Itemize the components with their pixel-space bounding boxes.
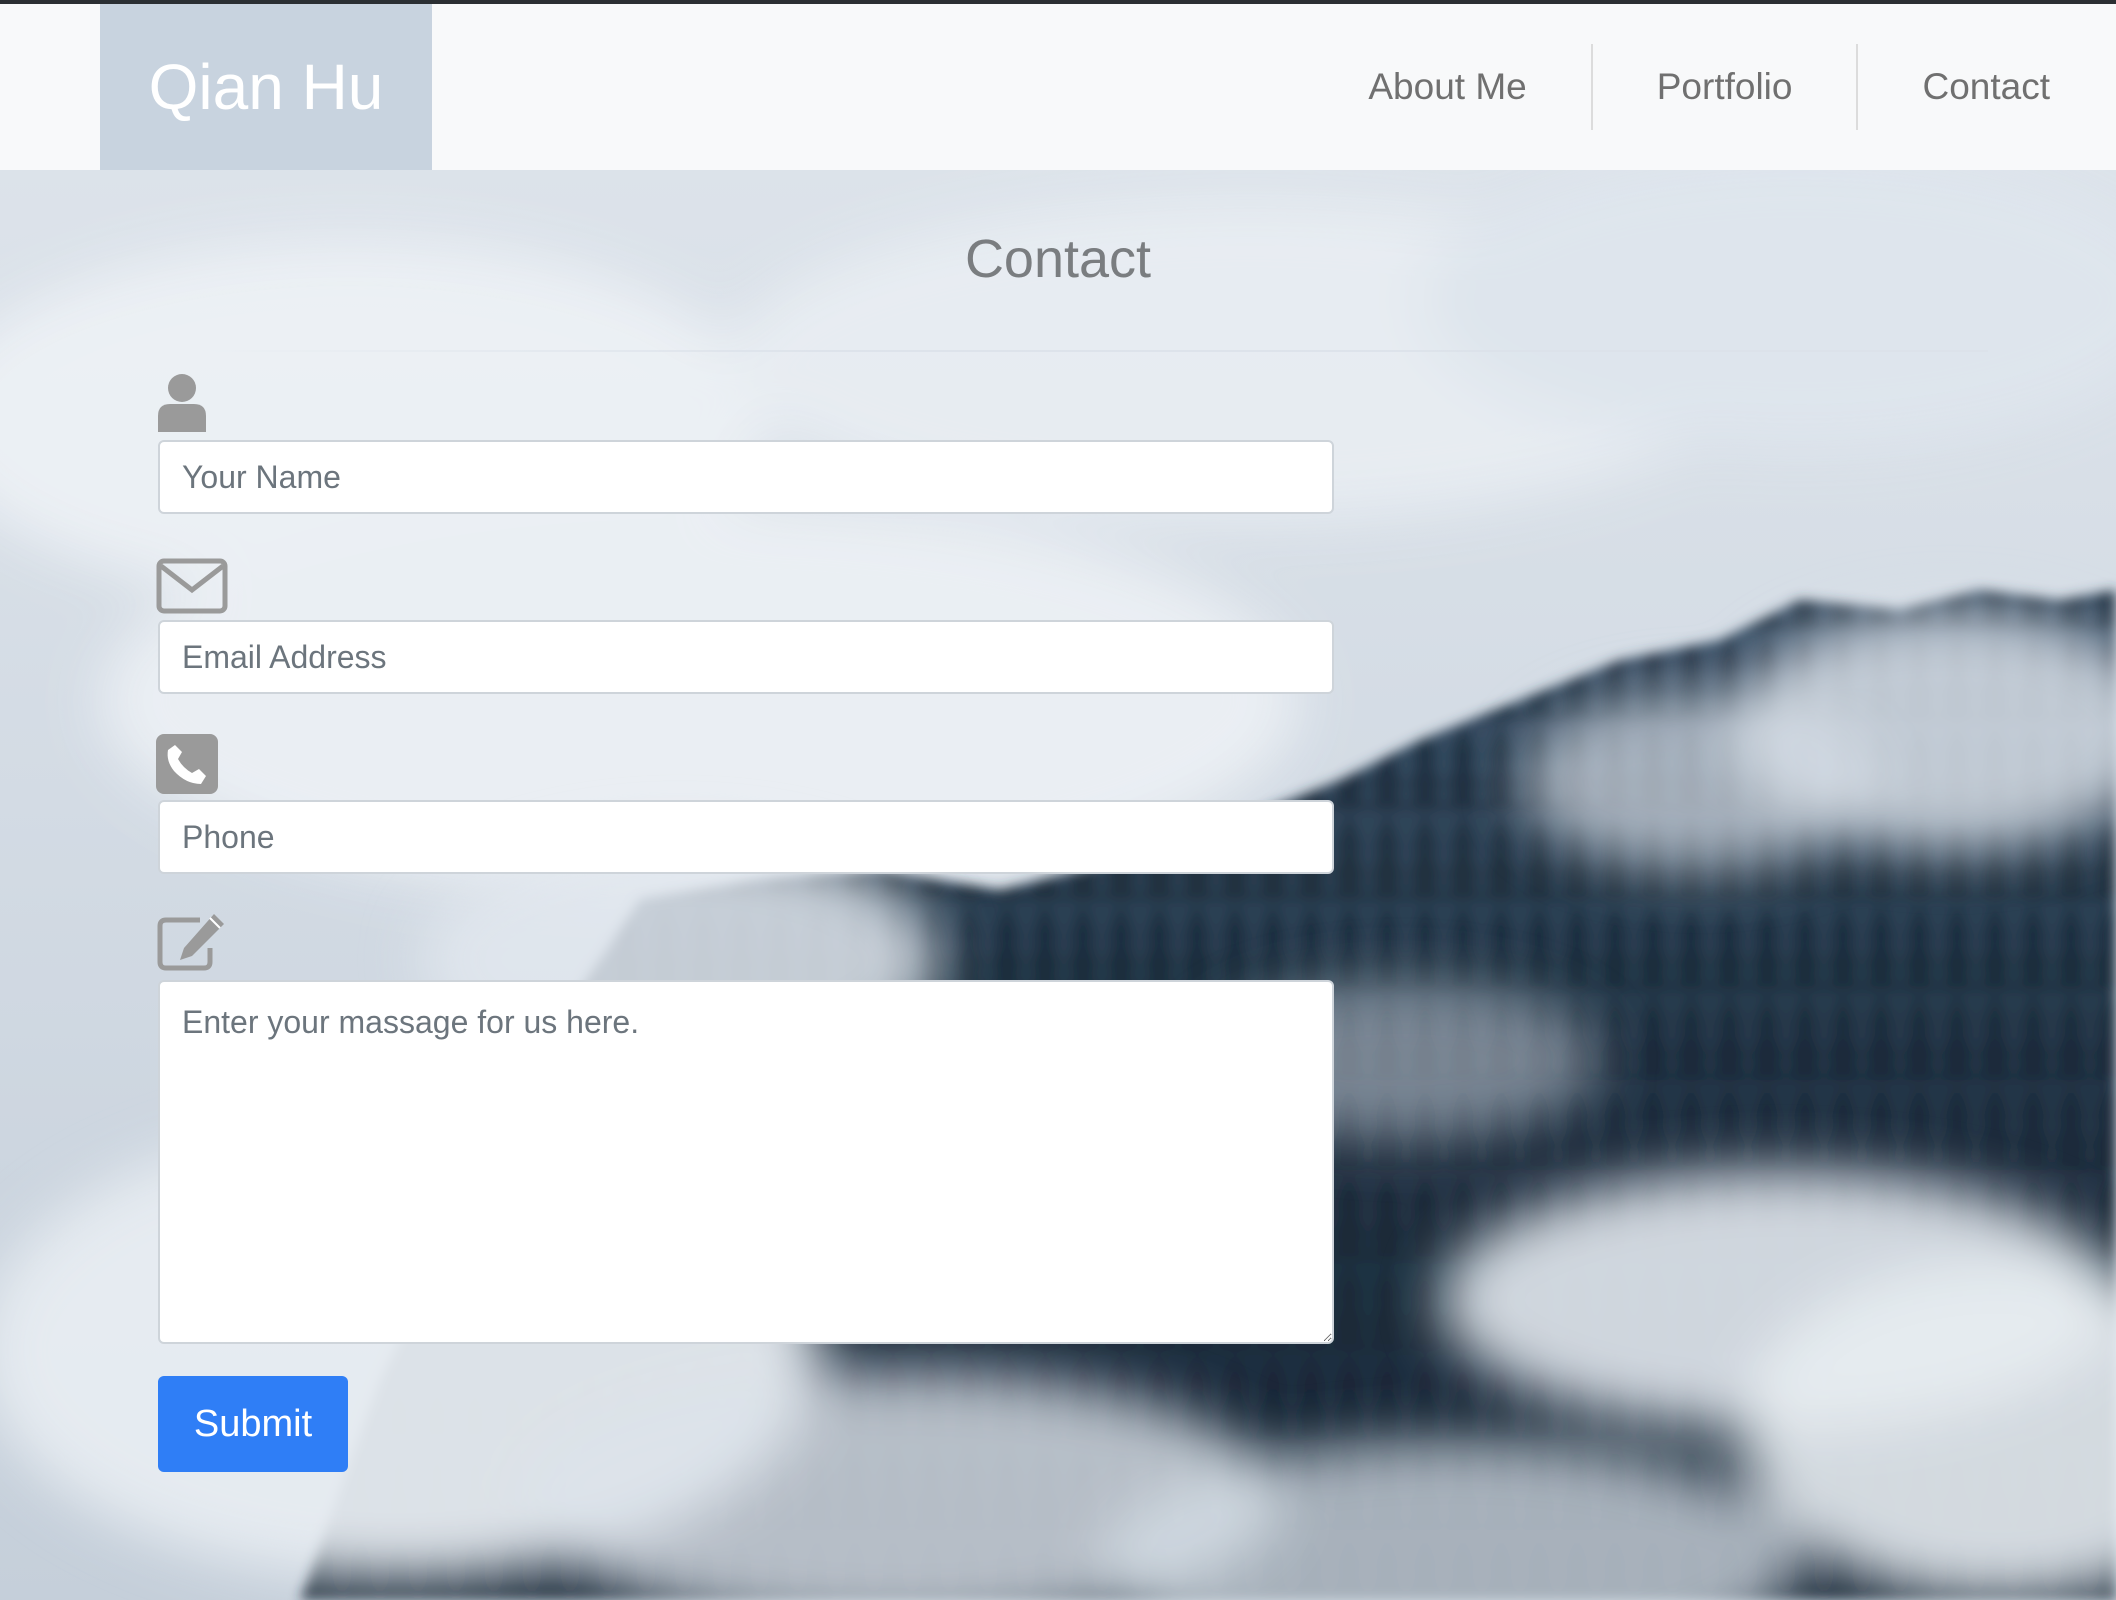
nav-link-contact[interactable]: Contact <box>1858 4 2116 170</box>
navbar: Qian Hu About Me Portfolio Contact <box>0 4 2116 170</box>
message-textarea[interactable] <box>158 980 1334 1344</box>
nav-link-about-me[interactable]: About Me <box>1304 4 1590 170</box>
phone-input[interactable] <box>158 800 1334 874</box>
edit-icon <box>157 914 224 971</box>
submit-button[interactable]: Submit <box>158 1376 348 1472</box>
brand-logo[interactable]: Qian Hu <box>100 4 432 170</box>
envelope-icon <box>156 558 228 614</box>
user-icon <box>158 374 206 432</box>
name-input[interactable] <box>158 440 1334 514</box>
phone-icon <box>156 734 218 794</box>
nav-link-portfolio[interactable]: Portfolio <box>1593 4 1857 170</box>
nav-links: About Me Portfolio Contact <box>1304 4 2116 170</box>
title-divider <box>200 350 1988 352</box>
page: Qian Hu About Me Portfolio Contact Conta… <box>0 0 2116 1600</box>
page-title: Contact <box>964 229 1152 289</box>
email-input[interactable] <box>158 620 1334 694</box>
